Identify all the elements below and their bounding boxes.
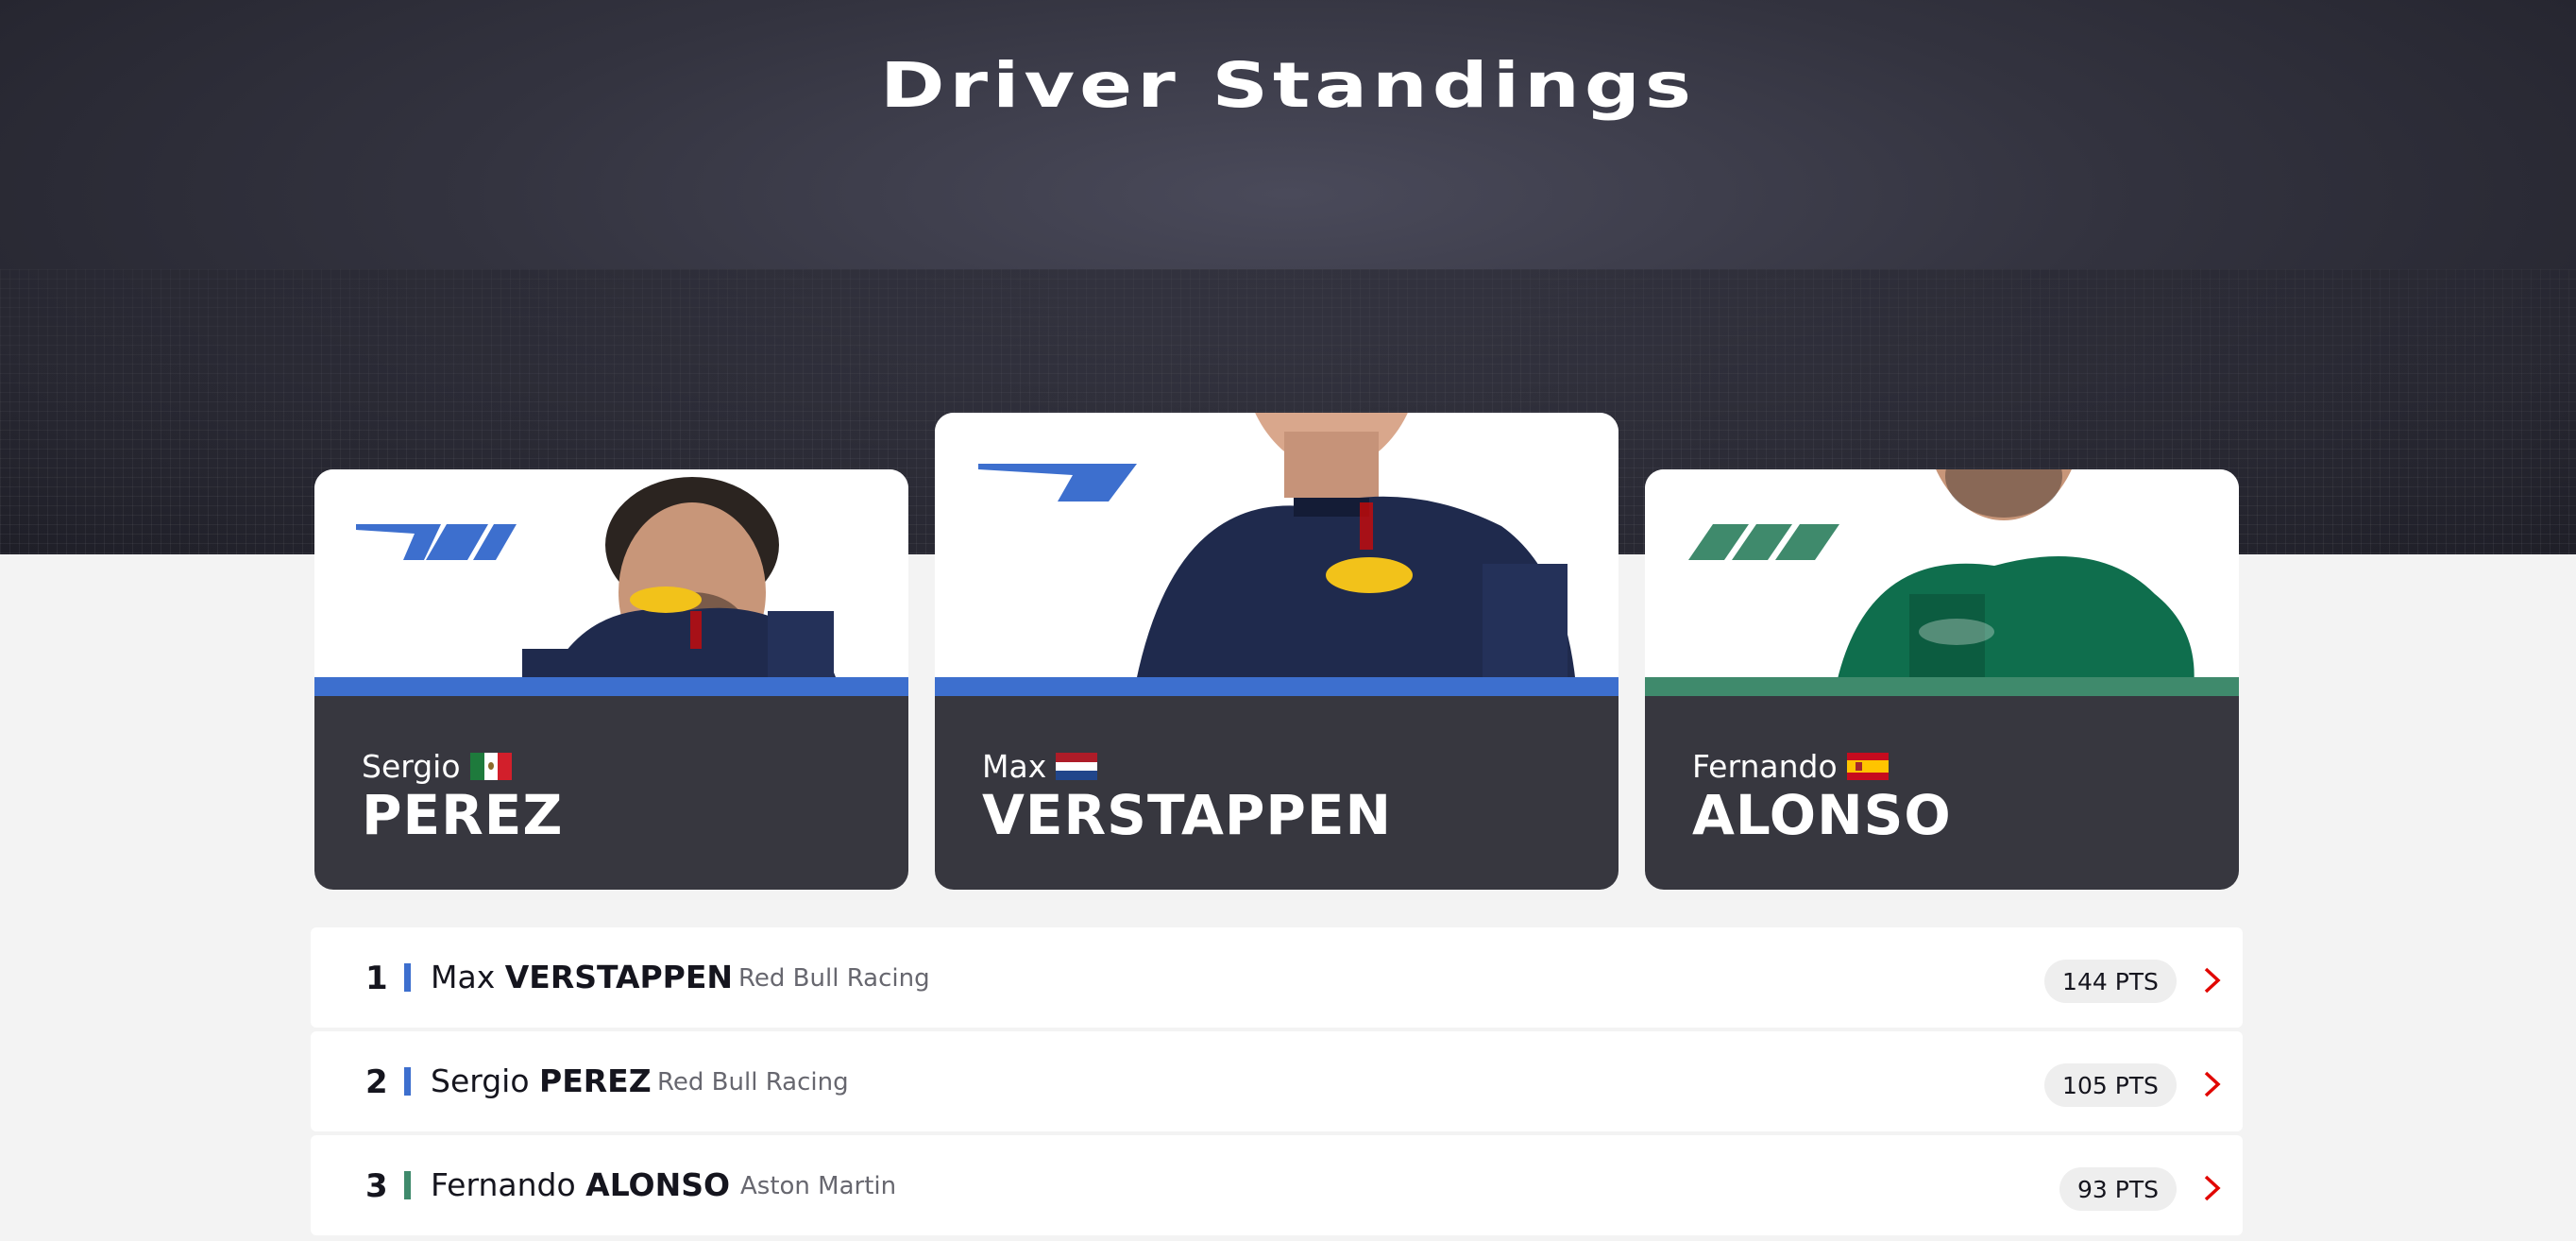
first-name: Fernando: [1692, 748, 1838, 785]
position-number: 1: [365, 960, 388, 997]
driver-card-verstappen[interactable]: Max VERSTAPPEN: [935, 413, 1618, 890]
last-name: PEREZ: [539, 1062, 652, 1099]
red-bull-logo: [978, 464, 1137, 502]
first-name: Max: [431, 959, 496, 995]
first-name: Max: [982, 748, 1047, 785]
driver-card-perez[interactable]: Sergio PEREZ: [314, 469, 908, 890]
page-title: Driver Standings: [879, 49, 1697, 122]
team-color-bar: [404, 1171, 411, 1199]
chevron-right-icon[interactable]: [2200, 1069, 2225, 1099]
last-name: ALONSO: [585, 1166, 731, 1203]
last-name: PEREZ: [362, 783, 564, 847]
points-badge: 144 PTS: [2044, 960, 2177, 1003]
position-number: 2: [365, 1063, 388, 1101]
driver-card-alonso[interactable]: Fernando ALONSO: [1645, 469, 2239, 890]
points-badge: 93 PTS: [2059, 1167, 2177, 1211]
chevron-right-icon[interactable]: [2200, 965, 2225, 995]
first-name: Sergio: [362, 748, 461, 785]
first-name: Fernando: [431, 1166, 576, 1203]
chevron-right-icon[interactable]: [2200, 1173, 2225, 1203]
last-name: ALONSO: [1692, 783, 1952, 847]
driver-photo-verstappen: [1133, 413, 1577, 696]
driver-photo-perez: [522, 477, 843, 696]
team-name: Red Bull Racing: [738, 964, 930, 993]
mexico-flag-icon: [469, 753, 512, 780]
position-number: 3: [365, 1167, 388, 1205]
last-name: VERSTAPPEN: [982, 783, 1393, 847]
spain-flag-icon: [1846, 753, 1889, 780]
team-color-bar: [404, 963, 411, 992]
points-badge: 105 PTS: [2044, 1063, 2177, 1107]
team-name: Aston Martin: [740, 1172, 897, 1200]
standings-row[interactable]: 1 Max VERSTAPPEN Red Bull Racing 144 PTS: [311, 927, 2243, 1028]
netherlands-flag-icon: [1056, 753, 1098, 780]
team-name: Red Bull Racing: [657, 1068, 849, 1096]
standings-row[interactable]: 2 Sergio PEREZ Red Bull Racing 105 PTS: [311, 1031, 2243, 1131]
driver-photo-alonso: [1834, 469, 2195, 696]
last-name: VERSTAPPEN: [504, 959, 734, 995]
team-color-bar: [404, 1067, 411, 1096]
standings-row[interactable]: 3 Fernando ALONSO Aston Martin 93 PTS: [311, 1135, 2243, 1235]
first-name: Sergio: [431, 1062, 530, 1099]
